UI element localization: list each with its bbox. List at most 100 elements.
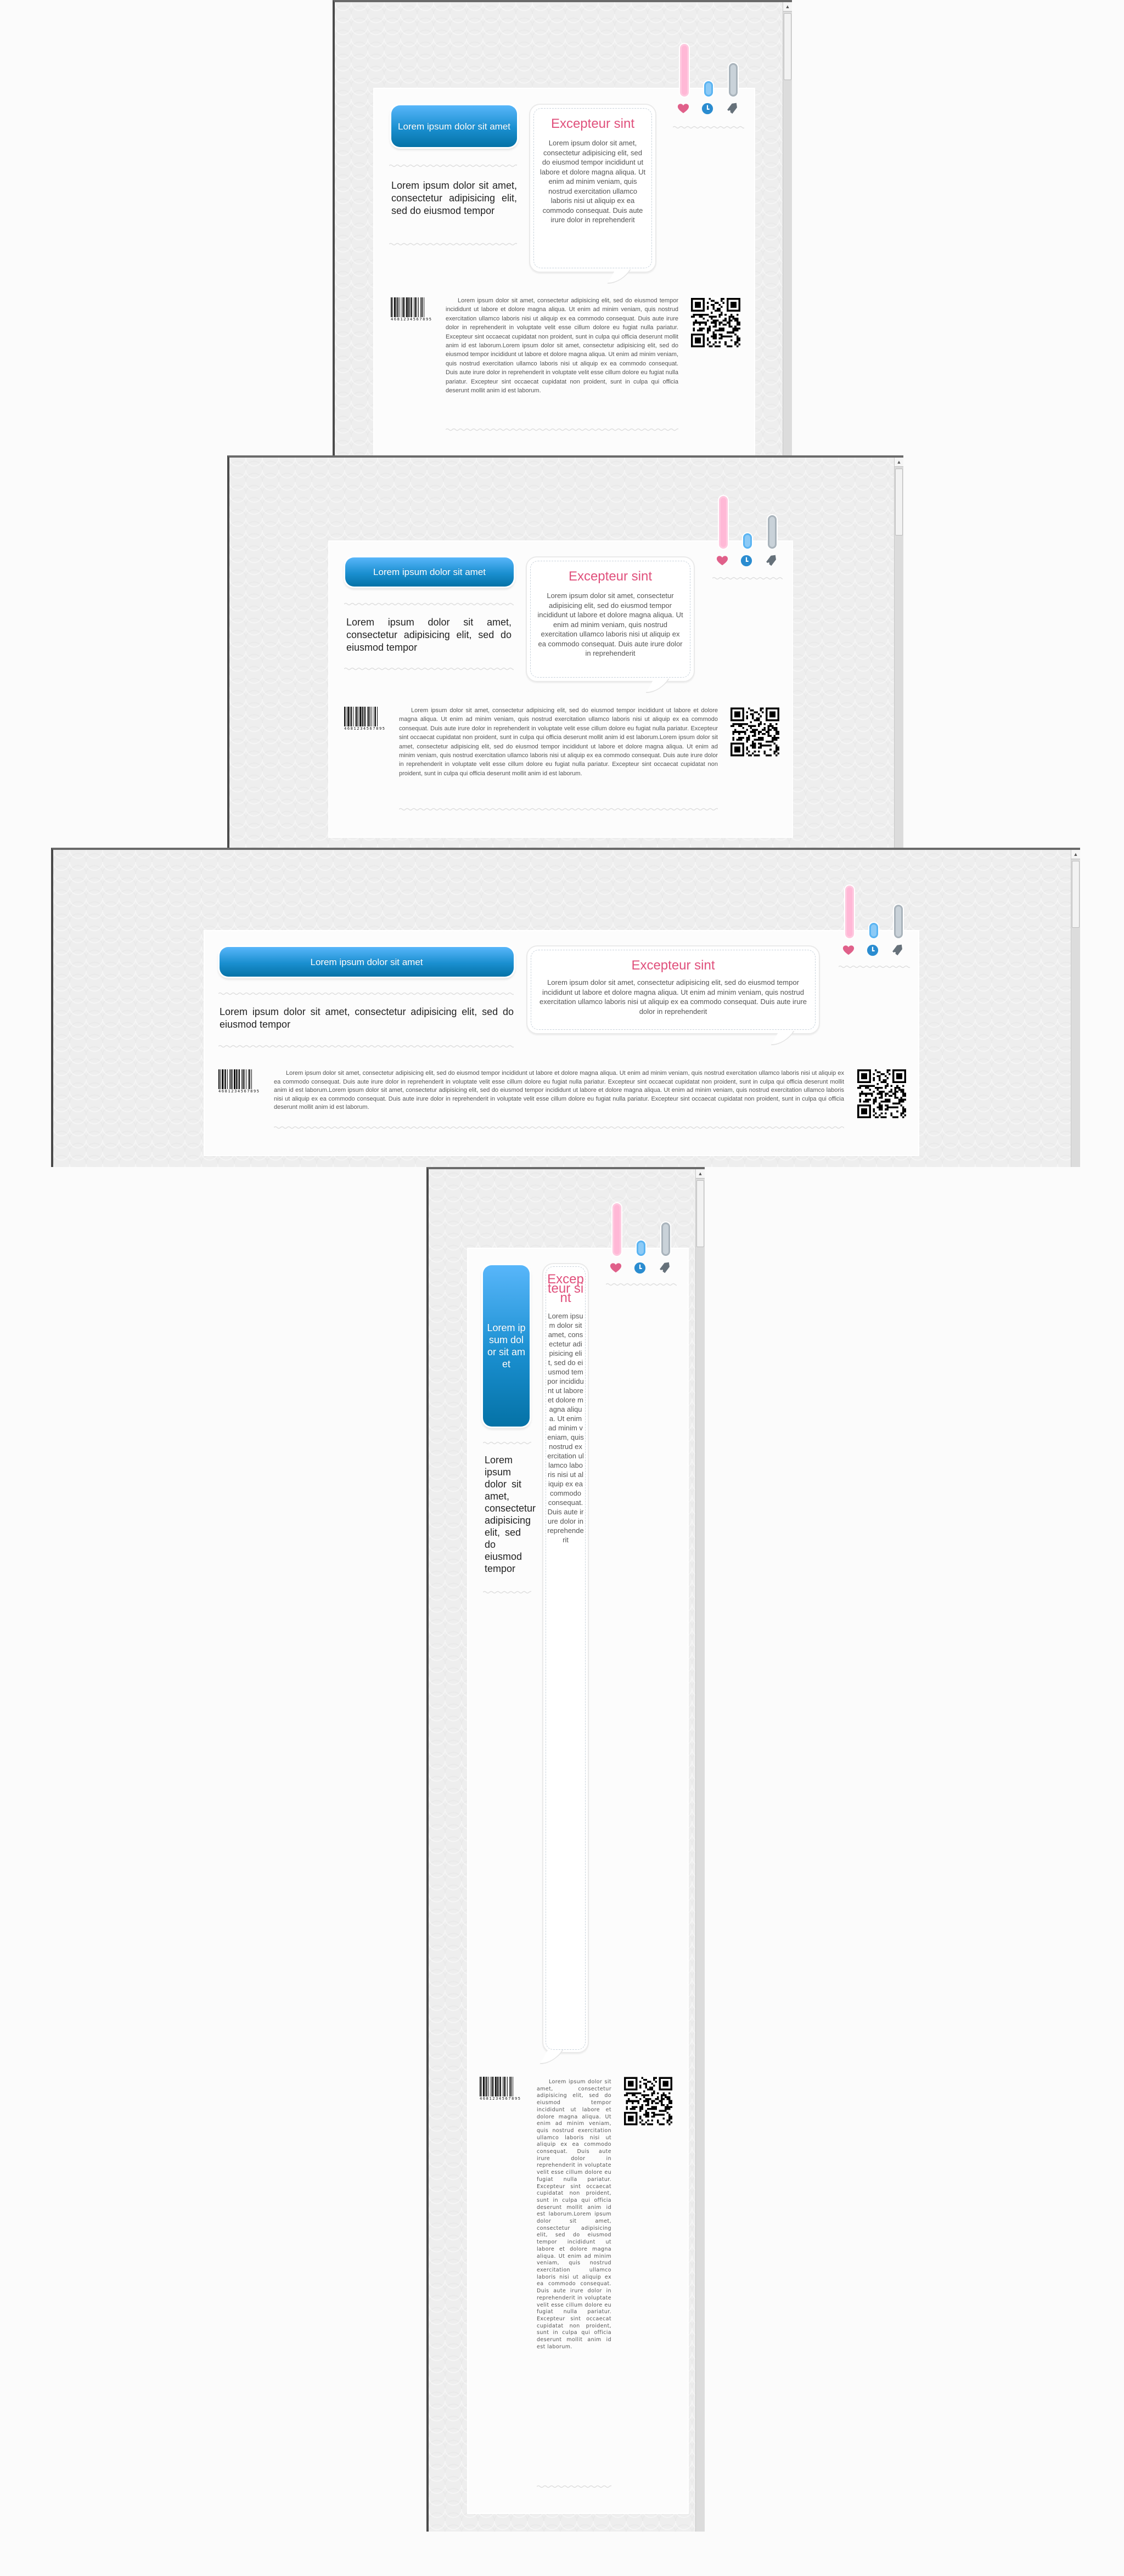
speech-bubble: Excepteur sint Lorem ipsum dolor sit ame… [526,945,820,1045]
clock-ribbon [637,1241,645,1256]
clock-ribbon [704,81,713,97]
bubble-text: Lorem ipsum dolor sit amet, consectetur … [539,139,646,224]
qr-code-image [691,297,740,348]
tag-icon[interactable] [891,944,903,956]
heart-ribbon [719,496,728,549]
scroll-up-arrow[interactable]: ▲ [1071,850,1080,859]
primary-button[interactable]: Lorem ipsum dolor sit amet [483,1265,530,1427]
body-text: Lorem ipsum dolor sit amet, consectetur … [399,707,718,777]
bubble-text: Lorem ipsum dolor sit amet, consectetur … [537,591,683,657]
clock-icon[interactable] [634,1262,646,1274]
scrollbar-thumb[interactable] [1072,861,1080,928]
barcode-number: 4681234567895 [391,317,432,322]
wavy-divider [389,243,517,246]
wavy-divider [344,602,514,606]
barcode-image: 4681234567895 [480,2077,525,2102]
wavy-divider [483,1591,531,1594]
heart-ribbon [680,44,689,97]
intro-text: Lorem ipsum dolor sit amet, consectetur … [220,1006,514,1030]
bubble-text: Lorem ipsum dolor sit amet, consectetur … [539,978,807,1016]
qr-code-image [857,1069,906,1118]
primary-button[interactable]: Lorem ipsum dolor sit amet [345,557,514,587]
wavy-divider [218,1045,514,1048]
scrollbar-thumb[interactable] [895,469,903,536]
tag-icon[interactable] [765,555,777,567]
tag-ribbon [729,63,738,97]
barcode-number: 4681234567895 [344,726,386,731]
content-card: Lorem ipsum dolor sit amet Lorem ipsum d… [205,886,918,1155]
bubble-text: Lorem ipsum dolor sit amet, consectetur … [547,1312,584,1544]
qr-code-image [624,2077,672,2126]
bubble-title: Excepteur sint [547,1272,584,1305]
wavy-divider [712,577,783,580]
ribbon-icons [712,496,784,567]
barcode-number: 4681234567895 [218,1089,260,1093]
bubble-tail [539,2050,564,2064]
tag-ribbon [768,515,777,549]
primary-button[interactable]: Lorem ipsum dolor sit amet [391,105,517,147]
content-card: Lorem ipsum dolor sit amet Lorem ipsum d… [329,496,792,837]
clock-ribbon [869,923,878,938]
content-card: Lorem ipsum dolor sit amet Lorem ipsum d… [374,44,754,455]
viewport-frame-medium: ▲ Lorem ipsum dolor sit amet Lorem ipsum… [227,455,903,848]
wavy-divider [274,1126,844,1129]
wavy-divider [344,667,514,670]
scroll-up-arrow[interactable]: ▲ [696,1169,705,1179]
wavy-divider [389,164,517,167]
clock-icon[interactable] [701,103,713,115]
scrollbar[interactable]: ▲ [783,2,792,455]
ribbon-icons [839,886,910,956]
wavy-divider [606,1283,677,1286]
scrollbar[interactable]: ▲ [894,458,903,848]
bubble-title: Excepteur sint [550,116,635,131]
bubble-tail [771,1031,795,1045]
intro-text: Lorem ipsum dolor sit amet, consectetur … [346,617,512,653]
barcode-image: 4681234567895 [391,297,436,323]
heart-ribbon [845,886,854,938]
bubble-tail [607,269,631,284]
tag-icon[interactable] [726,103,738,115]
scrollbar[interactable]: ▲ [1071,850,1080,1167]
body-text: Lorem ipsum dolor sit amet, consectetur … [537,2079,611,2350]
primary-button[interactable]: Lorem ipsum dolor sit amet [220,947,514,977]
viewport-frame-wide: ▲ Lorem ipsum dolor sit amet Lorem ipsum… [333,0,792,455]
heart-icon[interactable] [716,555,728,567]
scrollbar-thumb[interactable] [696,1180,704,1247]
tag-ribbon [894,905,903,938]
viewport-frame-widest: ▲ Lorem ipsum dolor sit amet Lorem ipsum… [51,848,1080,1167]
bubble-tail [645,679,670,693]
qr-code-image [730,707,779,757]
wavy-divider [673,126,744,129]
wavy-divider [483,1441,531,1445]
body-text: Lorem ipsum dolor sit amet, consectetur … [274,1070,844,1111]
speech-bubble: Excepteur sint Lorem ipsum dolor sit ame… [526,556,695,693]
wavy-divider [446,428,678,431]
clock-ribbon [743,533,752,549]
scroll-up-arrow[interactable]: ▲ [895,458,903,467]
barcode-image: 4681234567895 [218,1069,263,1095]
bubble-title: Excepteur sint [631,958,715,973]
intro-text: Lorem ipsum dolor sit amet, consectetur … [391,180,517,216]
wavy-divider [839,965,910,968]
ribbon-icons [606,1203,677,1274]
intro-text: Lorem ipsum dolor sit amet, consectetur … [485,1455,536,1574]
heart-icon[interactable] [842,944,855,956]
heart-icon[interactable] [610,1262,622,1274]
scrollbar-thumb[interactable] [784,13,791,80]
barcode-number: 4681234567895 [480,2096,521,2101]
ribbon-icons [673,44,745,115]
clock-icon[interactable] [740,555,752,567]
heart-ribbon [612,1203,621,1256]
scroll-up-arrow[interactable]: ▲ [783,2,792,12]
barcode-image: 4681234567895 [344,707,389,732]
bubble-title: Excepteur sint [568,569,653,584]
viewport-frame-narrow: ▲ Lorem ipsum dolor sit amet Lorem ipsum… [426,1167,705,2532]
speech-bubble: Excepteur sint Lorem ipsum dolor sit ame… [539,1263,589,2064]
clock-icon[interactable] [867,944,879,956]
speech-bubble: Excepteur sint Lorem ipsum dolor sit ame… [529,104,656,284]
tag-icon[interactable] [659,1262,671,1274]
heart-icon[interactable] [677,103,689,115]
wavy-divider [399,808,718,811]
scrollbar[interactable]: ▲ [695,1169,705,2532]
content-card: Lorem ipsum dolor sit amet Lorem ipsum d… [468,1203,688,2513]
